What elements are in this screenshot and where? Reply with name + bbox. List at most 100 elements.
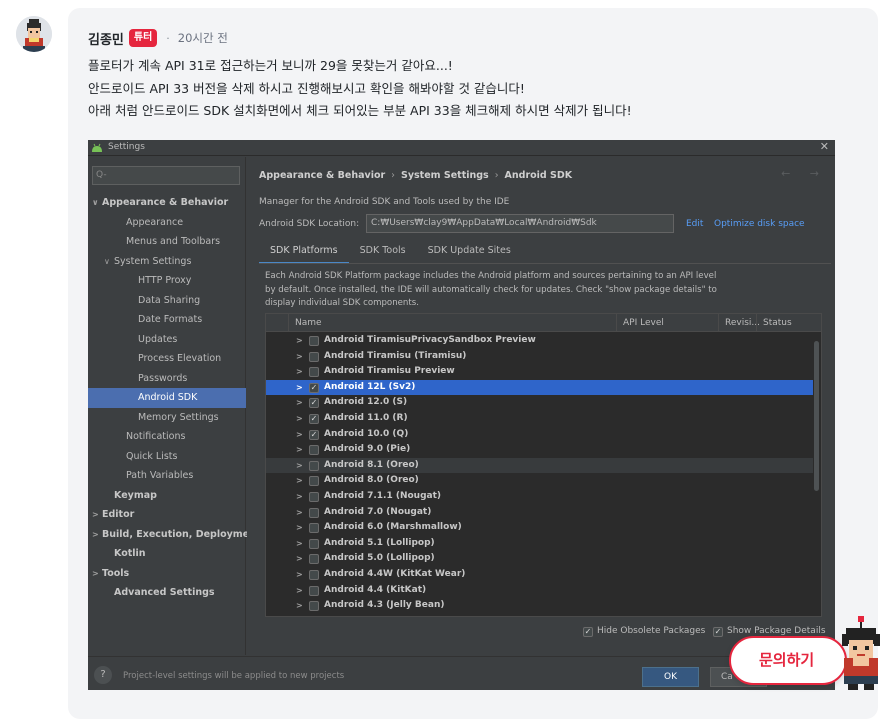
author-name[interactable]: 김종민 (88, 29, 124, 48)
table-row[interactable]: > Android 7.1.1 (Nougat) (266, 489, 813, 505)
checkbox-unchecked-icon[interactable] (309, 351, 319, 362)
sidebar-item-quick-lists[interactable]: Quick Lists (88, 447, 246, 467)
chevron-right-icon[interactable]: > (296, 333, 303, 349)
checkbox-unchecked-icon[interactable] (309, 476, 319, 487)
sidebar-item-appearance-behavior[interactable]: ∨ Appearance & Behavior (88, 193, 246, 213)
chevron-right-icon[interactable]: > (296, 473, 303, 489)
sidebar-item-tools[interactable]: > Tools (88, 564, 246, 584)
chevron-down-icon[interactable]: ∨ (92, 193, 102, 213)
sidebar-item-editor[interactable]: > Editor (88, 505, 246, 525)
chevron-right-icon[interactable]: > (296, 583, 303, 599)
tab-sdk-tools[interactable]: SDK Tools (349, 240, 417, 264)
table-row[interactable]: > Android 4.3 (Jelly Bean) (266, 598, 813, 614)
checkbox-unchecked-icon[interactable] (309, 554, 319, 565)
sidebar-item-http-proxy[interactable]: HTTP Proxy (88, 271, 246, 291)
column-name[interactable]: Name (288, 314, 618, 332)
sidebar-item-advanced-settings[interactable]: Advanced Settings (88, 583, 246, 603)
sidebar-item-date-formats[interactable]: Date Formats (88, 310, 246, 330)
table-row[interactable]: > Android 4.4 (KitKat) (266, 583, 813, 599)
sidebar-item-process-elevation[interactable]: Process Elevation (88, 349, 246, 369)
sidebar-item-path-variables[interactable]: Path Variables (88, 466, 246, 486)
checkbox-unchecked-icon[interactable] (309, 507, 319, 518)
checkbox-unchecked-icon[interactable] (309, 336, 319, 346)
chevron-right-icon[interactable]: > (296, 598, 303, 614)
scrollbar-thumb[interactable] (814, 341, 819, 491)
checkbox-unchecked-icon[interactable] (309, 523, 319, 534)
sidebar-item-appearance[interactable]: Appearance (88, 213, 246, 233)
chevron-right-icon[interactable]: > (296, 536, 303, 552)
table-row[interactable]: > ✓ Android 10.0 (Q) (266, 427, 813, 443)
checkbox-checked-icon[interactable]: ✓ (309, 398, 319, 409)
chevron-right-icon[interactable]: > (296, 395, 303, 411)
close-icon[interactable]: ✕ (820, 140, 829, 153)
sidebar-item-updates[interactable]: Updates (88, 330, 246, 350)
checkbox-unchecked-icon[interactable] (309, 492, 319, 502)
table-row[interactable]: > Android Tiramisu (Tiramisu) (266, 349, 813, 365)
table-scrollbar[interactable] (813, 333, 821, 616)
sidebar-item-kotlin[interactable]: Kotlin (88, 544, 246, 564)
chevron-right-icon[interactable]: > (296, 551, 303, 567)
table-row[interactable]: > ✓ Android 11.0 (R) (266, 411, 813, 427)
hide-obsolete-checkbox[interactable]: ✓ Hide Obsolete Packages (583, 626, 705, 637)
table-row[interactable]: > Android 9.0 (Pie) (266, 442, 813, 458)
chevron-right-icon[interactable]: > (92, 505, 102, 525)
breadcrumb-item[interactable]: System Settings (401, 170, 489, 181)
checkbox-unchecked-icon[interactable] (309, 460, 319, 471)
ok-button[interactable]: OK (642, 667, 699, 687)
table-row[interactable]: > Android 5.1 (Lollipop) (266, 536, 813, 552)
tab-sdk-platforms[interactable]: SDK Platforms (259, 240, 349, 264)
chevron-right-icon[interactable]: > (296, 411, 303, 427)
column-revision[interactable]: Revisi... (718, 314, 760, 332)
sidebar-item-build-execution-deployment[interactable]: > Build, Execution, Deployment (88, 525, 260, 545)
tab-sdk-update-sites[interactable]: SDK Update Sites (417, 240, 522, 264)
table-row[interactable]: > Android 8.1 (Oreo) (266, 457, 813, 474)
checkbox-unchecked-icon[interactable] (309, 367, 319, 378)
chevron-right-icon[interactable]: > (296, 427, 303, 443)
checkbox-unchecked-icon[interactable] (309, 538, 319, 549)
chevron-right-icon[interactable]: > (92, 564, 102, 584)
column-status[interactable]: Status (756, 314, 821, 332)
chevron-right-icon[interactable]: > (296, 364, 303, 380)
sidebar-item-keymap[interactable]: Keymap (88, 486, 246, 506)
sidebar-item-passwords[interactable]: Passwords (88, 369, 246, 389)
settings-search-input[interactable]: Q- (92, 166, 240, 185)
chevron-right-icon[interactable]: > (296, 520, 303, 536)
checkbox-unchecked-icon[interactable] (309, 601, 319, 612)
optimize-disk-link[interactable]: Optimize disk space (714, 219, 805, 229)
edit-link[interactable]: Edit (686, 219, 703, 229)
chevron-right-icon[interactable]: > (296, 567, 303, 583)
chevron-down-icon[interactable]: ∨ (104, 252, 114, 272)
table-row[interactable]: > Android 5.0 (Lollipop) (266, 551, 813, 567)
checkbox-checked-icon[interactable]: ✓ (309, 382, 319, 393)
table-row[interactable]: > Android Tiramisu Preview (266, 364, 813, 380)
mascot-character-icon[interactable] (836, 614, 885, 690)
table-row[interactable]: > ✓ Android 12L (Sv2) (266, 379, 813, 396)
avatar[interactable] (16, 16, 52, 52)
table-row[interactable]: > ✓ Android 12.0 (S) (266, 395, 813, 411)
column-api-level[interactable]: API Level (616, 314, 718, 332)
sidebar-item-data-sharing[interactable]: Data Sharing (88, 291, 246, 311)
checkbox-checked-icon[interactable]: ✓ (309, 429, 319, 440)
inquire-button[interactable]: 문의하기 (729, 636, 847, 685)
back-forward-arrows-icon[interactable]: ← → (781, 167, 827, 180)
sidebar-item-memory-settings[interactable]: Memory Settings (88, 408, 246, 428)
checkbox-unchecked-icon[interactable] (309, 570, 319, 580)
checkbox-unchecked-icon[interactable] (309, 445, 319, 456)
sidebar-item-system-settings[interactable]: ∨ System Settings (88, 252, 246, 272)
checkbox-checked-icon[interactable]: ✓ (309, 414, 319, 424)
table-row[interactable]: > Android 6.0 (Marshmallow) (266, 520, 813, 536)
chevron-right-icon[interactable]: > (296, 505, 303, 521)
checkbox-unchecked-icon[interactable] (309, 585, 319, 596)
sidebar-item-android-sdk[interactable]: Android SDK (88, 388, 246, 408)
chevron-right-icon[interactable]: > (92, 525, 102, 545)
help-button[interactable]: ? (94, 666, 112, 684)
table-row[interactable]: > Android 4.4W (KitKat Wear) (266, 567, 813, 583)
table-row[interactable]: > Android 8.0 (Oreo) (266, 473, 813, 489)
sdk-location-field[interactable]: C:₩Users₩clay9₩AppData₩Local₩Android₩Sdk (366, 214, 674, 233)
sidebar-item-notifications[interactable]: Notifications (88, 427, 246, 447)
chevron-right-icon[interactable]: > (296, 349, 303, 365)
table-row[interactable]: > Android 7.0 (Nougat) (266, 505, 813, 521)
sidebar-item-menus-and-toolbars[interactable]: Menus and Toolbars (88, 232, 246, 252)
chevron-right-icon[interactable]: > (296, 380, 303, 396)
chevron-right-icon[interactable]: > (296, 458, 303, 474)
